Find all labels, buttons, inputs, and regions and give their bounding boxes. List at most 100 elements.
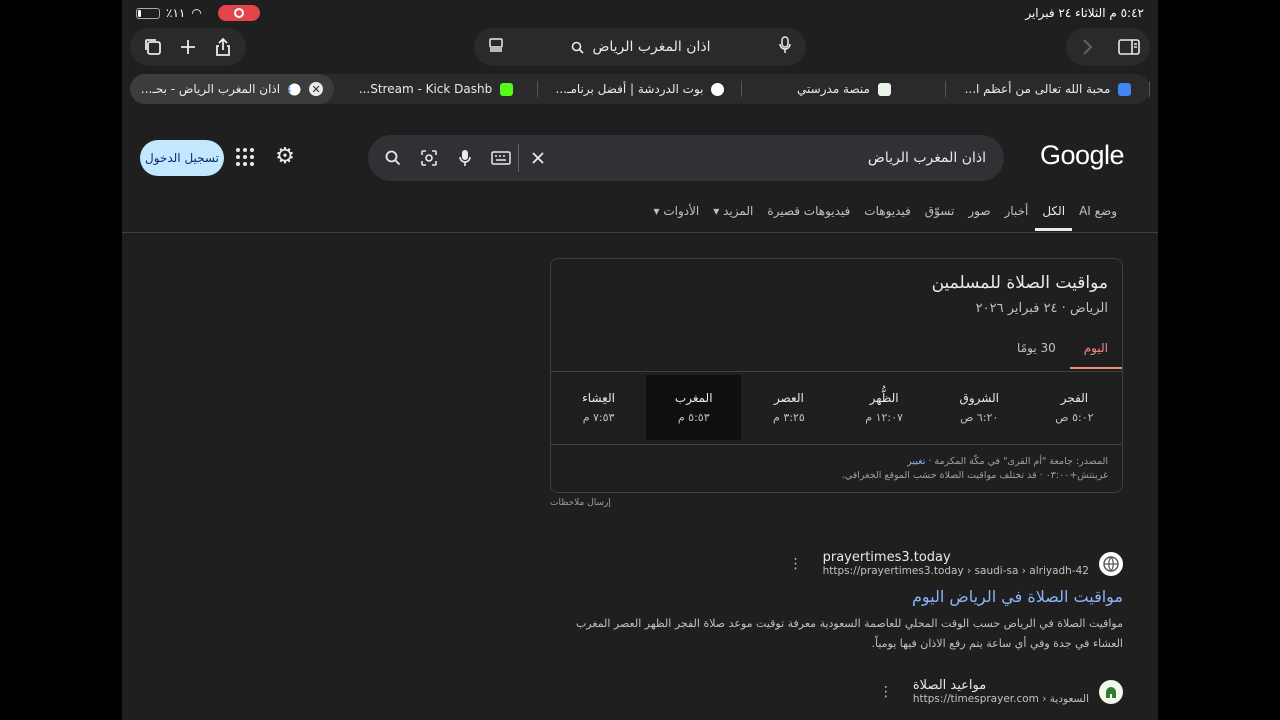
timezone-note: غرينتش+٠٣:٠٠ · قد تختلف مواقيت الصلاة حس… <box>841 470 1108 481</box>
prayer-asr: العصر ٣:٢٥ م <box>741 375 836 440</box>
search-query-text[interactable]: اذان المغرب الرياض <box>549 150 990 166</box>
battery-level: ٪١١ <box>166 6 186 20</box>
sidebar-button[interactable] <box>1113 31 1145 63</box>
tabs-icon <box>145 39 162 55</box>
result-meta: مواعيد الصلاة https://timesprayer.com › … <box>913 678 1089 705</box>
google-lens-icon[interactable] <box>418 147 440 169</box>
share-button[interactable] <box>207 31 239 63</box>
send-feedback-link[interactable]: إرسال ملاحظات <box>550 498 611 508</box>
prayer-time: ٥:٠٢ ص <box>1055 411 1094 424</box>
tab-madrasati[interactable]: منصة مدرستي <box>742 74 946 104</box>
divider <box>518 144 519 172</box>
tab-videos[interactable]: فيديوهات <box>857 204 917 231</box>
voice-search-icon[interactable] <box>454 147 476 169</box>
browser-window: ٪١١ ◠ ٥:٤٢ م الثلاثاء ٢٤ فبراير اذان الم… <box>122 0 1158 720</box>
result-site-name[interactable]: prayertimes3.today <box>823 550 951 565</box>
tab-tools[interactable]: الأدوات ▾ <box>646 204 706 231</box>
prayer-sunrise: الشروق ٦:٢٠ ص <box>932 375 1027 440</box>
tab-google-search[interactable]: ✕ G اذان المغرب الرياض - بحـ... <box>130 74 334 104</box>
tab-bar: ✕ G اذان المغرب الرياض - بحـ... Stream -… <box>130 74 1150 104</box>
tab-chatbot[interactable]: بوت الدردشة | أفضل برنامـ... <box>538 74 742 104</box>
forward-button[interactable] <box>1071 31 1103 63</box>
prayer-name: الظُّهر <box>869 391 899 405</box>
tabs-overview-button[interactable] <box>137 31 169 63</box>
tab-shopping[interactable]: تسوّق <box>918 204 962 231</box>
status-bar: ٪١١ ◠ ٥:٤٢ م الثلاثاء ٢٤ فبراير <box>122 4 1158 24</box>
search-icon <box>572 41 585 54</box>
record-icon <box>233 8 244 18</box>
sign-in-button[interactable]: تسجيل الدخول <box>140 140 224 176</box>
result-site-name[interactable]: مواعيد الصلاة <box>913 678 986 693</box>
tab-30-days[interactable]: 30 يومًا <box>1003 341 1070 369</box>
tab-images[interactable]: صور <box>961 204 997 231</box>
toolbar-right-group <box>1066 28 1150 66</box>
change-source-link[interactable]: تغيير <box>907 456 925 467</box>
battery-icon <box>136 7 160 19</box>
more-options-icon[interactable]: ⋮ <box>879 684 893 700</box>
tab-all[interactable]: الكل <box>1035 204 1073 231</box>
settings-gear-icon[interactable]: ⚙ <box>273 145 297 169</box>
google-search-box[interactable]: اذان المغرب الرياض <box>368 135 1004 181</box>
prayer-time: ٦:٢٠ ص <box>960 411 999 424</box>
tab-ai-mode[interactable]: وضع AI <box>1072 204 1124 231</box>
tab-today[interactable]: اليوم <box>1069 341 1122 369</box>
status-left: ٪١١ ◠ <box>136 5 260 21</box>
prayer-time: ٣:٢٥ م <box>773 411 805 424</box>
google-apps-icon[interactable] <box>234 146 256 168</box>
header-divider <box>122 232 1158 233</box>
prayer-fajr: الفجر ٥:٠٢ ص <box>1027 375 1122 440</box>
result-url[interactable]: https://timesprayer.com › السعودية <box>913 693 1089 705</box>
result-url[interactable]: https://prayertimes3.today › saudi-sa › … <box>823 565 1089 577</box>
screen-recording-indicator[interactable] <box>217 5 260 21</box>
result-title[interactable]: مواقيت الصلاة في الرياض اليوم <box>553 587 1123 606</box>
prayer-times-row: الفجر ٥:٠٢ ص الشروق ٦:٢٠ ص الظُّهر ١٢:٠٧… <box>551 371 1122 445</box>
prayer-time: ٥:٥٣ م <box>677 411 710 424</box>
search-icon[interactable] <box>382 147 404 169</box>
svg-text:G: G <box>288 85 291 95</box>
search-box-icons <box>382 147 512 169</box>
clear-search-icon[interactable] <box>527 147 549 169</box>
new-tab-button[interactable] <box>172 31 204 63</box>
reader-icon[interactable] <box>488 37 504 57</box>
tab-label: بوت الدردشة | أفضل برنامـ... <box>555 82 704 96</box>
address-bar-text[interactable]: اذان المغرب الرياض <box>592 39 710 55</box>
kick-favicon-icon <box>500 82 514 96</box>
prayer-time: ١٢:٠٧ م <box>865 411 903 424</box>
sidebar-icon <box>1118 39 1140 55</box>
chatbot-favicon-icon <box>711 82 725 96</box>
result-snippet: مواقيت الصلاة في الرياض حسب الوقت المحلي… <box>575 617 1123 650</box>
prayer-times-card: مواقيت الصلاة للمسلمين الرياض · ٢٤ فبراي… <box>550 258 1123 493</box>
close-tab-icon[interactable]: ✕ <box>309 82 324 96</box>
tab-article[interactable]: محبة الله تعالى من أعظم ا... <box>946 74 1150 104</box>
address-bar[interactable]: اذان المغرب الرياض <box>474 28 806 66</box>
prayer-name: المغرب <box>674 391 713 405</box>
tab-news[interactable]: أخبار <box>998 204 1036 231</box>
toolbar-left-group <box>130 28 246 66</box>
prayer-name: العصر <box>774 391 804 405</box>
tab-kick[interactable]: Stream - Kick Dashb... <box>334 74 538 104</box>
madrasati-favicon-icon <box>877 82 891 96</box>
address-bar-content[interactable]: اذان المغرب الرياض <box>571 39 711 55</box>
card-subtitle: الرياض · ٢٤ فبراير ٢٠٢٦ <box>975 301 1108 316</box>
tab-label: محبة الله تعالى من أعظم ا... <box>964 82 1111 96</box>
prayer-time: ٧:٥٣ م <box>582 411 615 424</box>
plus-icon <box>180 40 195 54</box>
prayer-isha: العِشاء ٧:٥٣ م <box>551 375 646 440</box>
prayer-name: الفجر <box>1060 391 1089 405</box>
keyboard-icon[interactable] <box>490 147 512 169</box>
result-header[interactable]: prayertimes3.today https://prayertimes3.… <box>553 550 1123 577</box>
source-text: المصدر: جامعة "أم القرى" في مكّة المكرمة… <box>925 456 1108 467</box>
prayer-name: العِشاء <box>582 391 615 405</box>
google-logo[interactable]: Google <box>1040 140 1125 171</box>
mosque-icon <box>1099 679 1123 704</box>
search-result: مواعيد الصلاة https://timesprayer.com › … <box>553 678 1123 705</box>
prayer-dhuhr: الظُّهر ١٢:٠٧ م <box>836 375 931 440</box>
tab-more[interactable]: المزيد ▾ <box>706 204 760 231</box>
more-options-icon[interactable]: ⋮ <box>789 556 803 572</box>
tab-short-videos[interactable]: فيديوهات قصيرة <box>760 204 857 231</box>
chevron-right-icon <box>1083 39 1093 55</box>
prayer-maghrib: المغرب ٥:٥٣ م <box>646 375 742 440</box>
result-header[interactable]: مواعيد الصلاة https://timesprayer.com › … <box>553 678 1123 705</box>
tab-label: Stream - Kick Dashb... <box>358 82 493 96</box>
voice-search-icon[interactable] <box>778 36 792 58</box>
